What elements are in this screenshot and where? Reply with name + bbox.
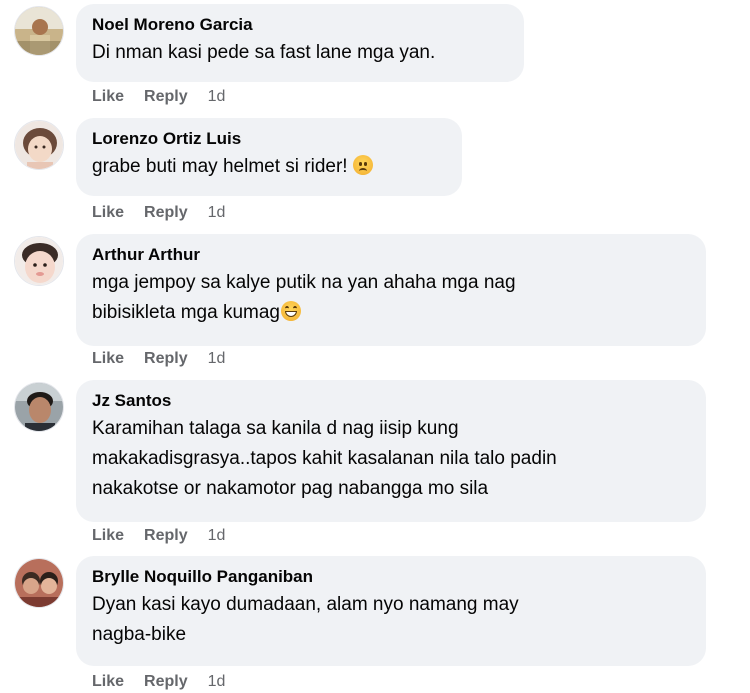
grinning-face-emoji-icon [280,301,301,321]
comment-actions: Like Reply 1d [92,671,225,693]
comment-author[interactable]: Brylle Noquillo Panganiban [92,566,690,588]
like-button[interactable]: Like [92,673,124,691]
comment-text: grabe buti may helmet si rider! [92,152,446,182]
comment-text-line: Karamihan talaga sa kanila d nag iisip k… [92,418,459,439]
like-button[interactable]: Like [92,204,124,222]
avatar-noel[interactable] [14,6,64,56]
comment-bubble: Jz Santos Karamihan talaga sa kanila d n… [76,380,706,522]
avatar-arthur[interactable] [14,236,64,286]
sad-face-emoji-icon [352,155,373,175]
like-button[interactable]: Like [92,88,124,106]
comment-timestamp[interactable]: 1d [208,88,226,106]
comment-timestamp[interactable]: 1d [208,204,226,222]
reply-button[interactable]: Reply [144,673,188,691]
reply-button[interactable]: Reply [144,204,188,222]
comment-text: Di nman kasi pede sa fast lane mga yan. [92,42,436,63]
comment-text-line: mga jempoy sa kalye putik na yan ahaha m… [92,272,516,293]
reply-button[interactable]: Reply [144,88,188,106]
comment-author[interactable]: Noel Moreno Garcia [92,14,508,36]
comment-bubble: Arthur Arthur mga jempoy sa kalye putik … [76,234,706,346]
avatar-photo-icon [15,121,63,169]
comment-text-line: grabe buti may helmet si rider! [92,156,348,177]
comment-author[interactable]: Arthur Arthur [92,244,690,266]
comment-text-line: Dyan kasi kayo dumadaan, alam nyo namang… [92,594,519,615]
avatar-brylle[interactable] [14,558,64,608]
comment-text-line: bibisikleta mga kumag [92,302,280,323]
reply-button[interactable]: Reply [144,527,188,545]
avatar-photo-icon [15,559,63,607]
avatar-lorenzo[interactable] [14,120,64,170]
comment-bubble: Noel Moreno Garcia Di nman kasi pede sa … [76,4,524,82]
comment-actions: Like Reply 1d [92,525,225,547]
avatar-photo-icon [15,7,63,55]
comment-text-line: nagba-bike [92,624,187,645]
comment-author[interactable]: Lorenzo Ortiz Luis [92,128,446,150]
comment-text: Dyan kasi kayo dumadaan, alam nyo namang… [92,590,690,650]
comment-actions: Like Reply 1d [92,348,225,370]
comment-actions: Like Reply 1d [92,86,225,108]
comment-timestamp[interactable]: 1d [208,673,226,691]
comment-bubble: Brylle Noquillo Panganiban Dyan kasi kay… [76,556,706,666]
comment-text: Karamihan talaga sa kanila d nag iisip k… [92,414,690,504]
like-button[interactable]: Like [92,527,124,545]
comment-timestamp[interactable]: 1d [208,350,226,368]
avatar-photo-icon [15,383,63,431]
reply-button[interactable]: Reply [144,350,188,368]
like-button[interactable]: Like [92,350,124,368]
comment-actions: Like Reply 1d [92,202,225,224]
comment-text-line: makakadisgrasya..tapos kahit kasalanan n… [92,448,557,469]
comment-text-line: nakakotse or nakamotor pag nabangga mo s… [92,478,489,499]
comment-author[interactable]: Jz Santos [92,390,690,412]
comment-bubble: Lorenzo Ortiz Luis grabe buti may helmet… [76,118,462,196]
avatar-jz[interactable] [14,382,64,432]
comment-timestamp[interactable]: 1d [208,527,226,545]
avatar-photo-icon [15,237,63,285]
comment-text: mga jempoy sa kalye putik na yan ahaha m… [92,268,690,328]
